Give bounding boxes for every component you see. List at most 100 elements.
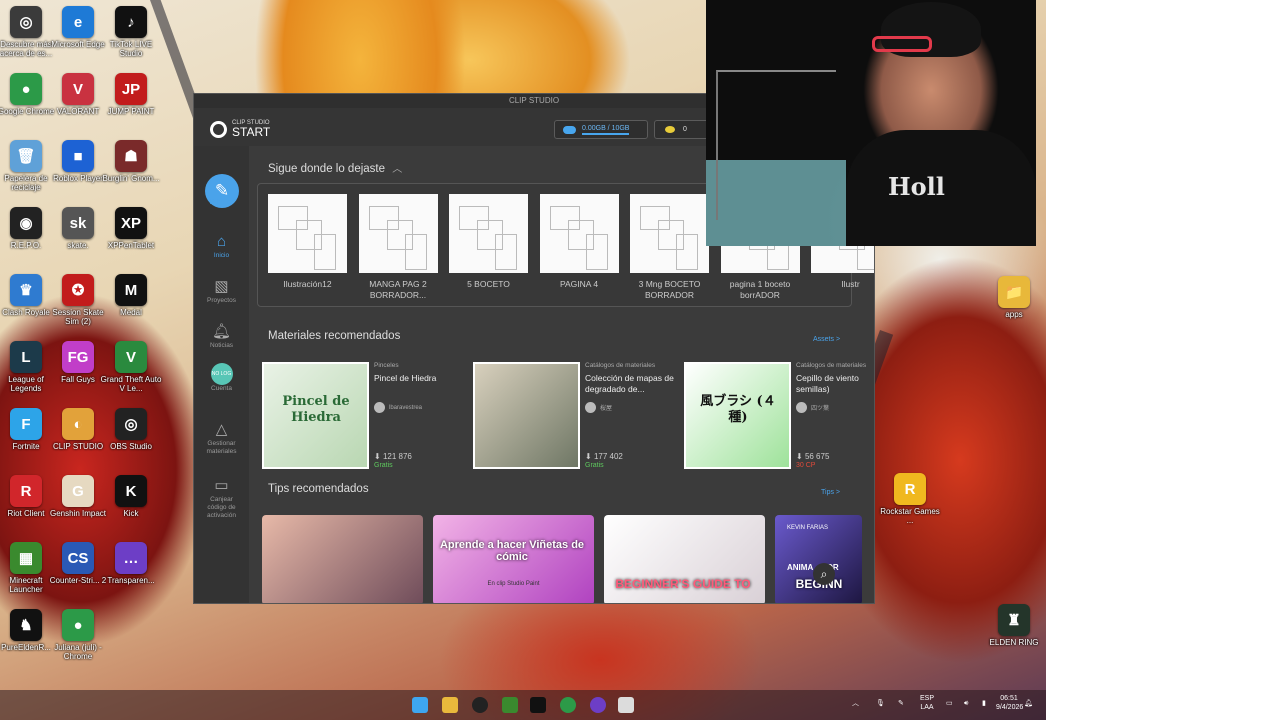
- file-caption: Ilustración12: [283, 279, 332, 289]
- assets-link[interactable]: Assets >: [813, 336, 840, 343]
- zoom-search-icon[interactable]: ⌕: [813, 563, 835, 585]
- clash-icon: ♛: [10, 274, 42, 306]
- material-art-text: 風ブラシ (４種): [700, 394, 776, 425]
- nav-projects-label: Proyectos: [207, 297, 236, 304]
- sketch-panel: [495, 234, 517, 270]
- file-caption: 5 BOCETO: [467, 279, 510, 289]
- glasses: [872, 36, 932, 52]
- pen-icon[interactable]: ✎: [898, 699, 904, 708]
- fortnite-icon: F: [10, 408, 42, 440]
- file-caption: Ilustr: [841, 279, 860, 289]
- coins-button[interactable]: 0: [654, 120, 710, 139]
- author-avatar: [796, 402, 807, 413]
- recent-title-text: Sigue donde lo dejaste: [268, 163, 386, 175]
- kick-taskbar-icon[interactable]: [530, 697, 546, 713]
- desktop-icon[interactable]: XP XPPenTablet: [100, 207, 162, 250]
- nav-redeem-code[interactable]: ▭ Canjear código de activación: [194, 476, 249, 520]
- material-author[interactable]: 四ツ葉: [796, 402, 829, 413]
- desktop-icon[interactable]: JP JUMP PAINT: [100, 73, 162, 116]
- desktop-icon[interactable]: R Rockstar Games ...: [879, 473, 941, 525]
- nav-manage-materials[interactable]: △ Gestionar materiales: [194, 420, 249, 456]
- material-author[interactable]: lbaravestrea: [374, 402, 422, 413]
- tips-link[interactable]: Tips >: [821, 489, 840, 496]
- desktop-icon[interactable]: ☗ Burglin' Gnom...: [100, 140, 162, 183]
- author-name: lbaravestrea: [389, 404, 423, 411]
- desktop-icon[interactable]: M Medal: [100, 274, 162, 317]
- tip-card[interactable]: BEGINNKEVIN FARIASANIMA FOR⌕: [775, 515, 862, 603]
- image-icon: ▧: [214, 278, 229, 295]
- chrome-taskbar-icon[interactable]: [560, 697, 576, 713]
- volume-icon[interactable]: 🔊︎: [964, 699, 968, 708]
- recent-file[interactable]: PAGINA 4: [539, 194, 619, 290]
- file-explorer-icon[interactable]: [442, 697, 458, 713]
- gta-icon: V: [115, 341, 147, 373]
- tip-card[interactable]: [262, 515, 423, 603]
- file-caption: PAGINA 4: [559, 279, 599, 289]
- chevron-up-icon[interactable]: ︿: [392, 164, 402, 175]
- minecraft-taskbar-icon[interactable]: [502, 697, 518, 713]
- app-taskbar-icon[interactable]: [590, 697, 606, 713]
- author-avatar: [374, 402, 385, 413]
- tip-card[interactable]: BEGINNER'S GUIDE TO: [604, 515, 765, 603]
- desktop-icon[interactable]: V Grand Theft Auto V Le...: [100, 341, 162, 393]
- game-icon: ☗: [115, 140, 147, 172]
- recent-file[interactable]: MANGA PAG 2 BORRADOR...: [358, 194, 438, 301]
- material-art-text: Pincel de Hiedra: [282, 394, 350, 425]
- file-thumbnail: [268, 194, 347, 273]
- session-icon: ✪: [62, 274, 94, 306]
- notification-icon[interactable]: 🔔︎: [1024, 699, 1033, 708]
- obs-taskbar-icon[interactable]: [472, 697, 488, 713]
- channel-badge: KEVIN FARIAS: [787, 525, 829, 531]
- battery-icon[interactable]: ▮: [982, 699, 986, 708]
- desktop-icon[interactable]: K Kick: [100, 475, 162, 518]
- download-count: ⬇ 121 876: [374, 452, 412, 461]
- taskbar: ︿ 🎙︎ ✎ ESP LAA ▭ 🔊︎ ▮ 06:51 9/4/2026 🔔︎: [0, 690, 1046, 720]
- nav-home[interactable]: ⌂ Inicio: [194, 232, 249, 260]
- chevron-up-tray-icon[interactable]: ︿: [852, 699, 859, 708]
- network-icon[interactable]: ▭: [946, 699, 953, 708]
- desktop-icon-label: OBS Studio: [110, 442, 152, 451]
- file-caption: 3 Mng BOCETO BORRADOR: [638, 279, 701, 300]
- material-price: Gratis: [585, 462, 604, 469]
- nav-news[interactable]: 🔔︎ Noticias: [194, 322, 249, 350]
- sketch-panel: [585, 234, 608, 270]
- language-indicator[interactable]: ESP LAA: [918, 694, 936, 712]
- clock[interactable]: 06:51 9/4/2026: [996, 694, 1023, 712]
- desktop-icon[interactable]: ♪ TikTok LIVE Studio: [100, 6, 162, 58]
- clip-studio-taskbar-icon[interactable]: [618, 697, 634, 713]
- material-card[interactable]: 風ブラシ (４種) Catálogos de materiales Cepillo …: [684, 362, 874, 470]
- materials-section-title: Materiales recomendados: [268, 330, 401, 342]
- microphone-icon[interactable]: 🎙︎: [876, 699, 885, 708]
- valorant-icon: V: [62, 73, 94, 105]
- chrome-profile-icon: ●: [62, 609, 94, 641]
- nav-account[interactable]: NO LOG Cuenta: [194, 363, 249, 393]
- recent-file[interactable]: 5 BOCETO: [449, 194, 528, 290]
- recent-file[interactable]: 3 Mng BOCETO BORRADOR: [630, 194, 709, 301]
- start-button-icon[interactable]: [412, 697, 428, 713]
- lol-icon: L: [10, 341, 42, 373]
- recent-file[interactable]: Ilustración12: [268, 194, 347, 290]
- home-icon: ⌂: [216, 233, 227, 250]
- nav-projects[interactable]: ▧ Proyectos: [194, 277, 249, 305]
- coin-icon: [665, 126, 675, 133]
- material-author[interactable]: 桜屋: [585, 402, 612, 413]
- material-card[interactable]: Pincel de Hiedra Pinceles Pincel de Hiedra…: [262, 362, 467, 470]
- download-value: 177 402: [593, 452, 623, 461]
- desktop-icon-label: Kick: [123, 509, 139, 518]
- nav-draw[interactable]: ✎ Dibujar: [194, 160, 249, 210]
- tip-card[interactable]: Aprende a hacer Viñetas de cómic En clip …: [433, 515, 594, 603]
- nav-news-label: Noticias: [209, 342, 234, 349]
- recent-section-title[interactable]: Sigue donde lo dejaste ︿: [268, 160, 402, 175]
- nav-draw-label: Dibujar: [209, 197, 234, 206]
- desktop-icon[interactable]: ● Juliana (juli) - Chrome: [47, 609, 109, 661]
- room-shelf: [716, 70, 836, 220]
- desktop-icon[interactable]: ♜ ELDEN RING: [983, 604, 1045, 647]
- medal-icon: M: [115, 274, 147, 306]
- desktop-icon[interactable]: 📁 apps: [983, 276, 1045, 319]
- desktop-icon[interactable]: … Transparen...: [100, 542, 162, 585]
- material-card[interactable]: Catálogos de materiales Colección de mapa…: [473, 362, 678, 470]
- repo-icon: ◉: [10, 207, 42, 239]
- folder-icon: 📁: [998, 276, 1030, 308]
- desktop-icon[interactable]: ◎ OBS Studio: [100, 408, 162, 451]
- cloud-storage-button[interactable]: 0.00GB / 10GB: [554, 120, 648, 139]
